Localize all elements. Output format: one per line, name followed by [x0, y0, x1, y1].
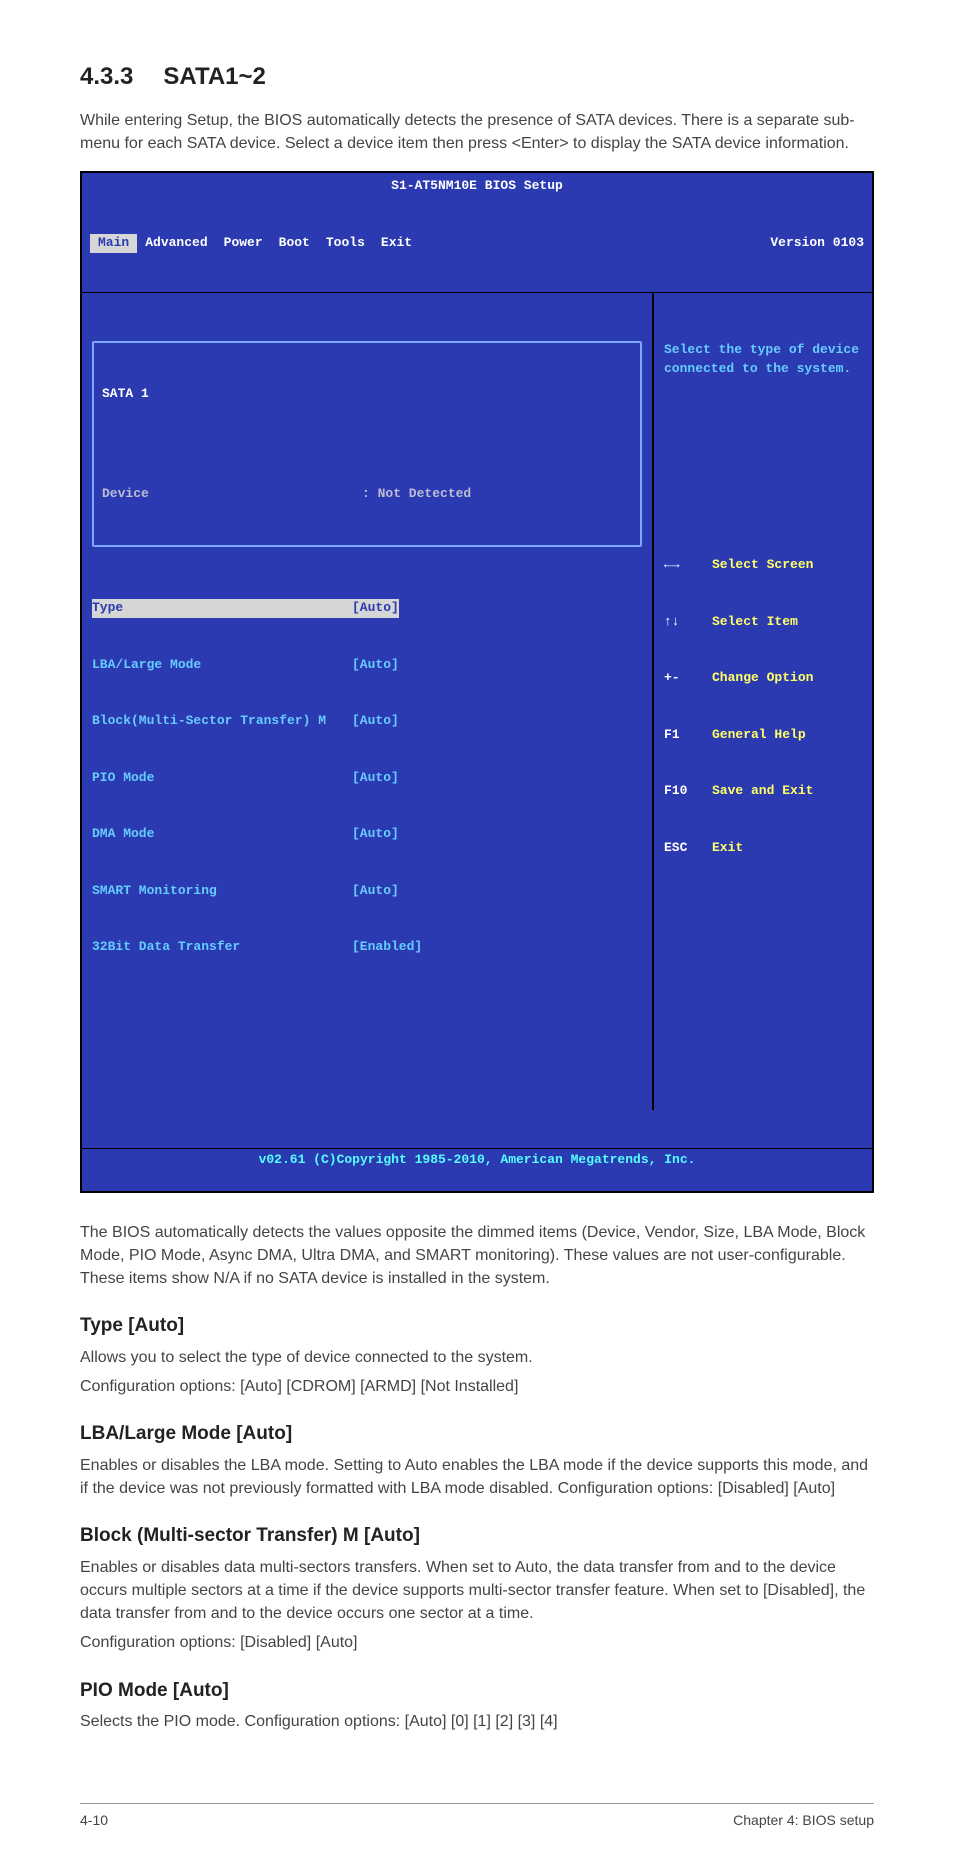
bios-row-value: [Auto]	[352, 712, 399, 731]
bios-row-label: Block(Multi-Sector Transfer) M	[92, 712, 352, 731]
bios-row-smart[interactable]: SMART Monitoring[Auto]	[92, 882, 642, 901]
bios-row-value: [Auto]	[352, 769, 399, 788]
bios-nav-desc: Select Screen	[712, 556, 813, 575]
bios-row-value: [Auto]	[352, 599, 399, 618]
bios-help-text: Select the type of device connected to t…	[664, 341, 862, 451]
bios-nav-desc: General Help	[712, 726, 806, 745]
sub-text: Configuration options: [Auto] [CDROM] [A…	[80, 1375, 874, 1398]
bios-nav-row: ↑↓Select Item	[664, 613, 862, 632]
section-heading: 4.3.3 SATA1~2	[80, 60, 874, 95]
bios-nav-row: ←→Select Screen	[664, 556, 862, 575]
bios-row-label: SMART Monitoring	[92, 882, 352, 901]
bios-version: Version 0103	[770, 234, 864, 253]
after-bios-paragraph: The BIOS automatically detects the value…	[80, 1221, 874, 1291]
bios-nav-row: F10Save and Exit	[664, 782, 862, 801]
bios-row-label: LBA/Large Mode	[92, 656, 352, 675]
sub-heading-lba: LBA/Large Mode [Auto]	[80, 1420, 874, 1448]
bios-nav-key: ↑↓	[664, 613, 712, 632]
sub-text: Enables or disables data multi-sectors t…	[80, 1556, 874, 1626]
sub-text: Enables or disables the LBA mode. Settin…	[80, 1454, 874, 1500]
bios-nav-row: +-Change Option	[664, 669, 862, 688]
bios-row-lba[interactable]: LBA/Large Mode[Auto]	[92, 656, 642, 675]
bios-tab-boot[interactable]: Boot	[271, 234, 318, 253]
chapter-label: Chapter 4: BIOS setup	[733, 1810, 874, 1830]
bios-screenshot: S1-AT5NM10E BIOS Setup Main Advanced Pow…	[80, 171, 874, 1193]
bios-nav-row: F1General Help	[664, 726, 862, 745]
bios-inner-panel: SATA 1 Device: Not Detected	[92, 341, 642, 547]
bios-tab-advanced[interactable]: Advanced	[137, 234, 215, 253]
bios-nav-desc: Select Item	[712, 613, 798, 632]
bios-menubar: Main Advanced Power Boot Tools Exit Vers…	[82, 230, 872, 255]
bios-row-value: [Enabled]	[352, 938, 422, 957]
bios-nav-desc: Change Option	[712, 669, 813, 688]
bios-nav-key: ESC	[664, 839, 712, 858]
bios-row-label: DMA Mode	[92, 825, 352, 844]
bios-nav-key: ←→	[664, 556, 712, 575]
bios-device-value: : Not Detected	[362, 485, 471, 504]
bios-right-pane: Select the type of device connected to t…	[652, 293, 872, 1110]
bios-row-value: [Auto]	[352, 656, 399, 675]
bios-title: S1-AT5NM10E BIOS Setup	[82, 177, 872, 196]
bios-row-value: [Auto]	[352, 882, 399, 901]
intro-paragraph: While entering Setup, the BIOS automatic…	[80, 109, 874, 155]
bios-nav-key: F10	[664, 782, 712, 801]
bios-row-dma[interactable]: DMA Mode[Auto]	[92, 825, 642, 844]
section-title: SATA1~2	[163, 63, 265, 90]
page-footer: 4-10 Chapter 4: BIOS setup	[80, 1803, 874, 1830]
bios-row-label: PIO Mode	[92, 769, 352, 788]
bios-nav-desc: Save and Exit	[712, 782, 813, 801]
bios-device-line: Device: Not Detected	[102, 485, 632, 504]
sub-text: Allows you to select the type of device …	[80, 1346, 874, 1369]
bios-device-label: Device	[102, 485, 362, 504]
bios-nav-key: +-	[664, 669, 712, 688]
sub-text: Configuration options: [Disabled] [Auto]	[80, 1631, 874, 1654]
bios-copyright: v02.61 (C)Copyright 1985-2010, American …	[82, 1148, 872, 1172]
bios-row-label: 32Bit Data Transfer	[92, 938, 352, 957]
bios-left-pane: SATA 1 Device: Not Detected Type[Auto] L…	[82, 293, 652, 1110]
bios-row-value: [Auto]	[352, 825, 399, 844]
bios-tab-tools[interactable]: Tools	[318, 234, 373, 253]
bios-row-label: Type	[92, 599, 352, 618]
sub-text: Selects the PIO mode. Configuration opti…	[80, 1710, 874, 1733]
bios-nav-row: ESCExit	[664, 839, 862, 858]
bios-nav-key: F1	[664, 726, 712, 745]
sub-heading-pio: PIO Mode [Auto]	[80, 1677, 874, 1705]
bios-tab-main[interactable]: Main	[90, 234, 137, 253]
bios-row-pio[interactable]: PIO Mode[Auto]	[92, 769, 642, 788]
bios-body: SATA 1 Device: Not Detected Type[Auto] L…	[82, 292, 872, 1110]
section-number: 4.3.3	[80, 60, 133, 95]
bios-row-32bit[interactable]: 32Bit Data Transfer[Enabled]	[92, 938, 642, 957]
bios-panel-title: SATA 1	[102, 385, 362, 404]
sub-heading-type: Type [Auto]	[80, 1312, 874, 1340]
sub-heading-block: Block (Multi-sector Transfer) M [Auto]	[80, 1522, 874, 1550]
bios-row-type[interactable]: Type[Auto]	[92, 599, 642, 618]
bios-row-block[interactable]: Block(Multi-Sector Transfer) M[Auto]	[92, 712, 642, 731]
bios-tab-exit[interactable]: Exit	[373, 234, 420, 253]
bios-tab-power[interactable]: Power	[216, 234, 271, 253]
bios-nav-desc: Exit	[712, 839, 743, 858]
page-number: 4-10	[80, 1810, 108, 1830]
